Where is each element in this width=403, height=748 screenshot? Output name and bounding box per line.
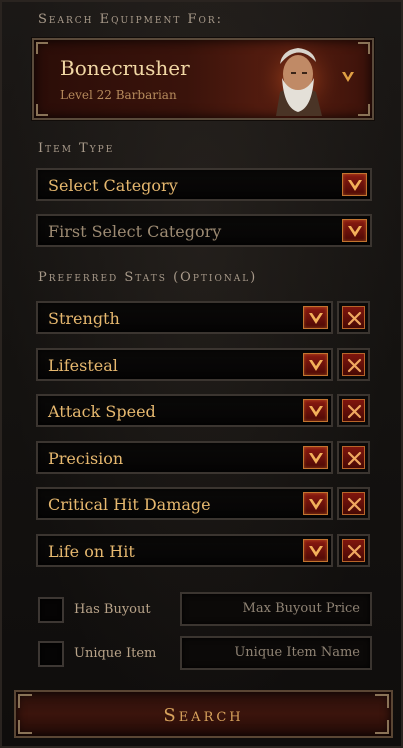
unique-item-input[interactable]: Unique Item Name xyxy=(180,636,372,670)
auction-search-panel: Search Equipment For: Bonecrusher Level … xyxy=(0,0,403,748)
category-dropdown[interactable]: Select Category xyxy=(36,168,372,201)
stat-dropdown[interactable]: Critical Hit Damage xyxy=(36,487,333,520)
remove-stat-button[interactable] xyxy=(337,441,370,474)
remove-stat-button[interactable] xyxy=(337,534,370,567)
chevron-down-icon xyxy=(348,226,362,237)
stat-dropdown[interactable]: Precision xyxy=(36,441,333,474)
remove-stat-button-face xyxy=(342,353,365,376)
max-buyout-input[interactable]: Max Buyout Price xyxy=(180,592,372,626)
corner-ornament xyxy=(358,104,370,116)
dropdown-button[interactable] xyxy=(342,219,367,242)
close-icon xyxy=(347,358,362,373)
stat-dropdown-value: Lifesteal xyxy=(48,356,118,375)
stat-dropdown-value: Critical Hit Damage xyxy=(48,495,211,514)
remove-stat-button-face xyxy=(342,306,365,329)
corner-ornament xyxy=(358,42,370,54)
stat-dropdown-value: Life on Hit xyxy=(48,542,135,561)
stat-dropdown-value: Precision xyxy=(48,449,124,468)
chevron-down-icon xyxy=(309,453,323,464)
category-dropdown-value: Select Category xyxy=(48,176,178,195)
search-equipment-label: Search Equipment For: xyxy=(38,12,224,27)
dropdown-button[interactable] xyxy=(303,539,328,562)
remove-stat-button[interactable] xyxy=(337,487,370,520)
preferred-stats-label: Preferred Stats (Optional) xyxy=(38,270,258,285)
dropdown-button[interactable] xyxy=(303,353,328,376)
dropdown-button[interactable] xyxy=(303,492,328,515)
remove-stat-button-face xyxy=(342,539,365,562)
dropdown-button[interactable] xyxy=(303,446,328,469)
search-button-label: Search xyxy=(163,705,244,726)
chevron-down-icon xyxy=(309,406,323,417)
remove-stat-button-face xyxy=(342,399,365,422)
corner-ornament xyxy=(36,104,48,116)
has-buyout-checkbox[interactable] xyxy=(38,597,64,623)
chevron-down-icon xyxy=(309,313,323,324)
remove-stat-button[interactable] xyxy=(337,394,370,427)
close-icon xyxy=(347,451,362,466)
corner-ornament xyxy=(36,42,48,54)
chevron-down-icon xyxy=(348,180,362,191)
stat-dropdown-value: Attack Speed xyxy=(48,402,156,421)
dropdown-button[interactable] xyxy=(342,173,367,196)
remove-stat-button[interactable] xyxy=(337,348,370,381)
subcategory-dropdown[interactable]: First Select Category xyxy=(36,214,372,247)
chevron-down-icon xyxy=(309,499,323,510)
remove-stat-button-face xyxy=(342,492,365,515)
dropdown-button[interactable] xyxy=(303,306,328,329)
remove-stat-button[interactable] xyxy=(337,301,370,334)
character-selector[interactable]: Bonecrusher Level 22 Barbarian xyxy=(32,38,374,120)
close-icon xyxy=(347,497,362,512)
chevron-down-icon xyxy=(309,546,323,557)
stat-dropdown[interactable]: Life on Hit xyxy=(36,534,333,567)
remove-stat-button-face xyxy=(342,446,365,469)
has-buyout-label: Has Buyout xyxy=(74,602,151,617)
close-icon xyxy=(347,404,362,419)
character-subtitle: Level 22 Barbarian xyxy=(60,88,177,102)
close-icon xyxy=(347,311,362,326)
chevron-down-icon xyxy=(309,360,323,371)
close-icon xyxy=(347,544,362,559)
item-type-label: Item Type xyxy=(38,141,115,156)
character-portrait xyxy=(258,42,338,116)
unique-item-label: Unique Item xyxy=(74,646,157,661)
stat-dropdown[interactable]: Attack Speed xyxy=(36,394,333,427)
subcategory-dropdown-value: First Select Category xyxy=(48,222,222,241)
unique-item-checkbox[interactable] xyxy=(38,641,64,667)
dropdown-button[interactable] xyxy=(303,399,328,422)
stat-dropdown[interactable]: Strength xyxy=(36,301,333,334)
stat-dropdown[interactable]: Lifesteal xyxy=(36,348,333,381)
stat-dropdown-value: Strength xyxy=(48,309,120,328)
chevron-down-icon[interactable] xyxy=(340,69,356,85)
search-button[interactable]: Search xyxy=(14,690,393,738)
character-name: Bonecrusher xyxy=(60,56,190,80)
